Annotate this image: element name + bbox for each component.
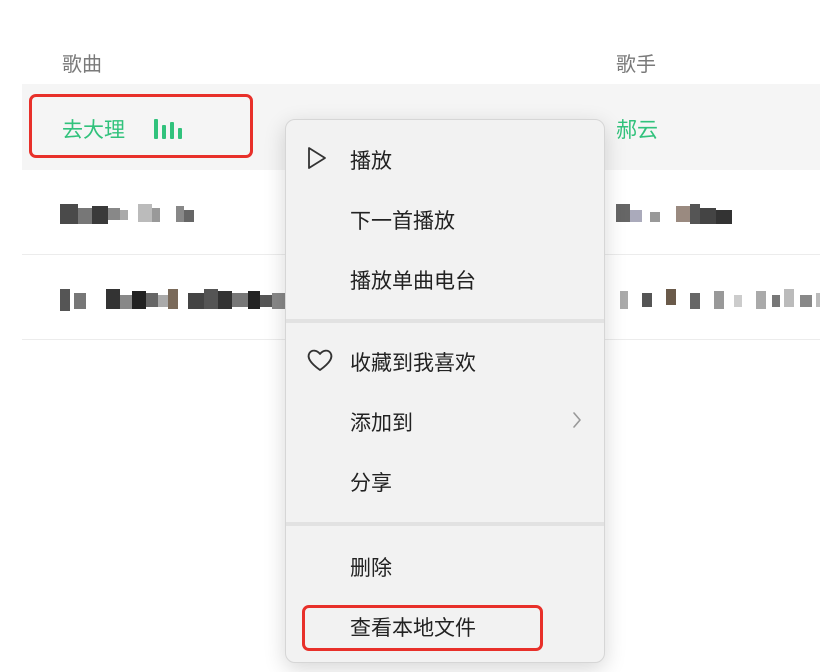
menu-item-label: 收藏到我喜欢 [350,351,476,375]
menu-item-favorite[interactable]: 收藏到我喜欢 [286,332,604,392]
menu-item-label: 播放 [350,149,392,173]
artist-column-header[interactable]: 歌手 [616,48,656,77]
menu-item-label: 分享 [350,471,392,495]
menu-separator [286,522,604,526]
context-menu: 播放 下一首播放 播放单曲电台 收藏到我喜欢 添加到 分享 删除 查看本地文件 [285,119,605,663]
annotation-box-menu-item [302,605,543,651]
menu-item-add-to[interactable]: 添加到 [286,392,604,452]
menu-item-play[interactable]: 播放 [286,130,604,190]
song-list-header: 歌曲 歌手 [22,40,820,84]
chevron-right-icon [572,411,582,433]
menu-item-share[interactable]: 分享 [286,452,604,512]
menu-item-song-radio[interactable]: 播放单曲电台 [286,250,604,310]
menu-item-label: 下一首播放 [350,209,455,233]
menu-separator [286,319,604,323]
menu-item-label: 删除 [350,556,392,580]
menu-item-play-next[interactable]: 下一首播放 [286,190,604,250]
menu-item-label: 添加到 [350,411,413,435]
artist-name[interactable]: 郝云 [616,114,658,144]
play-icon [306,146,328,174]
annotation-box-song [29,94,253,158]
menu-item-label: 播放单曲电台 [350,269,476,293]
heart-icon [306,348,334,376]
menu-item-delete[interactable]: 删除 [286,537,604,597]
song-column-header[interactable]: 歌曲 [62,48,102,77]
